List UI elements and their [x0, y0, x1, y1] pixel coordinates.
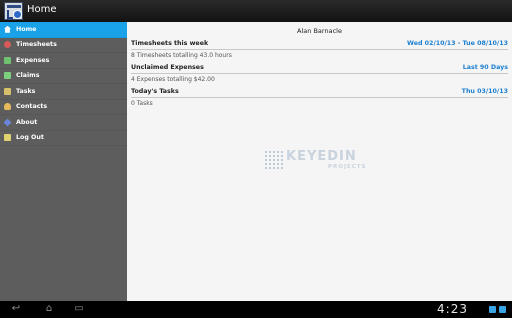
app-icon-bar	[7, 5, 21, 8]
sidebar-item-label: Contacts	[16, 103, 48, 111]
sidebar-item-label: Timesheets	[16, 41, 57, 49]
section-detail: 0 Tasks	[131, 100, 153, 107]
battery-icon	[499, 306, 506, 313]
sidebar-item-label: Log Out	[16, 134, 44, 142]
clock-icon	[4, 41, 11, 49]
tasks-icon	[4, 87, 11, 95]
contacts-icon	[4, 103, 11, 111]
sidebar-item-timesheets[interactable]: Timesheets	[0, 38, 127, 53]
date-range: Last 90 Days	[462, 64, 508, 71]
expenses-summary[interactable]: Unclaimed Expenses Last 90 Days 4 Expens…	[131, 64, 508, 83]
clock-badge-icon	[13, 10, 22, 19]
sidebar-item-label: Expenses	[16, 56, 50, 64]
action-bar: Home	[0, 0, 512, 23]
section-detail: 8 Timesheets totalling 43.0 hours	[131, 52, 232, 59]
logout-icon	[4, 134, 11, 142]
home-nav-icon[interactable]: ⌂	[40, 304, 58, 314]
section-title: Today's Tasks	[131, 88, 179, 95]
sidebar-item-expenses[interactable]: Expenses	[0, 53, 127, 69]
about-icon	[3, 118, 12, 127]
clock-time: 4:23	[437, 302, 468, 316]
screen-title: Home	[27, 4, 57, 15]
divider	[131, 73, 508, 74]
timesheets-summary[interactable]: Timesheets this week Wed 02/10/13 - Tue …	[131, 40, 508, 59]
sidebar-item-label: About	[16, 118, 38, 126]
status-icons	[489, 306, 506, 313]
sidebar-item-logout[interactable]: Log Out	[0, 131, 127, 146]
app-icon[interactable]	[4, 2, 23, 20]
section-detail: 4 Expenses totalling $42.00	[131, 76, 215, 83]
home-icon	[4, 25, 11, 33]
section-title: Timesheets this week	[131, 40, 209, 47]
sidebar-item-contacts[interactable]: Contacts	[0, 100, 127, 115]
keyedin-logo: KEYEDIN PROJECTS	[264, 148, 376, 173]
logo-subtext: PROJECTS	[328, 164, 367, 170]
system-navigation-bar: ↩ ⌂ ▭ 4:23	[0, 301, 512, 318]
sidebar-item-tasks[interactable]: Tasks	[0, 84, 127, 100]
logo-text: KEYEDIN	[286, 149, 357, 164]
date-range: Thu 03/10/13	[461, 88, 508, 95]
sidebar: Home Timesheets Expenses Claims Tasks Co…	[0, 22, 127, 301]
sidebar-item-label: Home	[16, 25, 37, 33]
section-title: Unclaimed Expenses	[131, 64, 204, 71]
recent-apps-icon[interactable]: ▭	[70, 304, 88, 314]
date-range: Wed 02/10/13 - Tue 08/10/13	[406, 40, 508, 47]
sidebar-item-home[interactable]: Home	[0, 22, 127, 38]
expenses-icon	[4, 56, 11, 64]
divider	[131, 49, 508, 50]
sidebar-item-claims[interactable]: Claims	[0, 69, 127, 84]
sidebar-item-about[interactable]: About	[0, 115, 127, 131]
claims-icon	[4, 72, 11, 80]
back-icon[interactable]: ↩	[7, 304, 25, 314]
sidebar-item-label: Tasks	[16, 87, 36, 95]
tasks-summary[interactable]: Today's Tasks Thu 03/10/13 0 Tasks	[131, 88, 508, 107]
user-name: Alan Barnacle	[297, 27, 342, 35]
logo-dots-icon	[264, 150, 284, 170]
wifi-icon	[489, 306, 496, 313]
sidebar-item-label: Claims	[16, 72, 40, 80]
divider	[131, 97, 508, 98]
